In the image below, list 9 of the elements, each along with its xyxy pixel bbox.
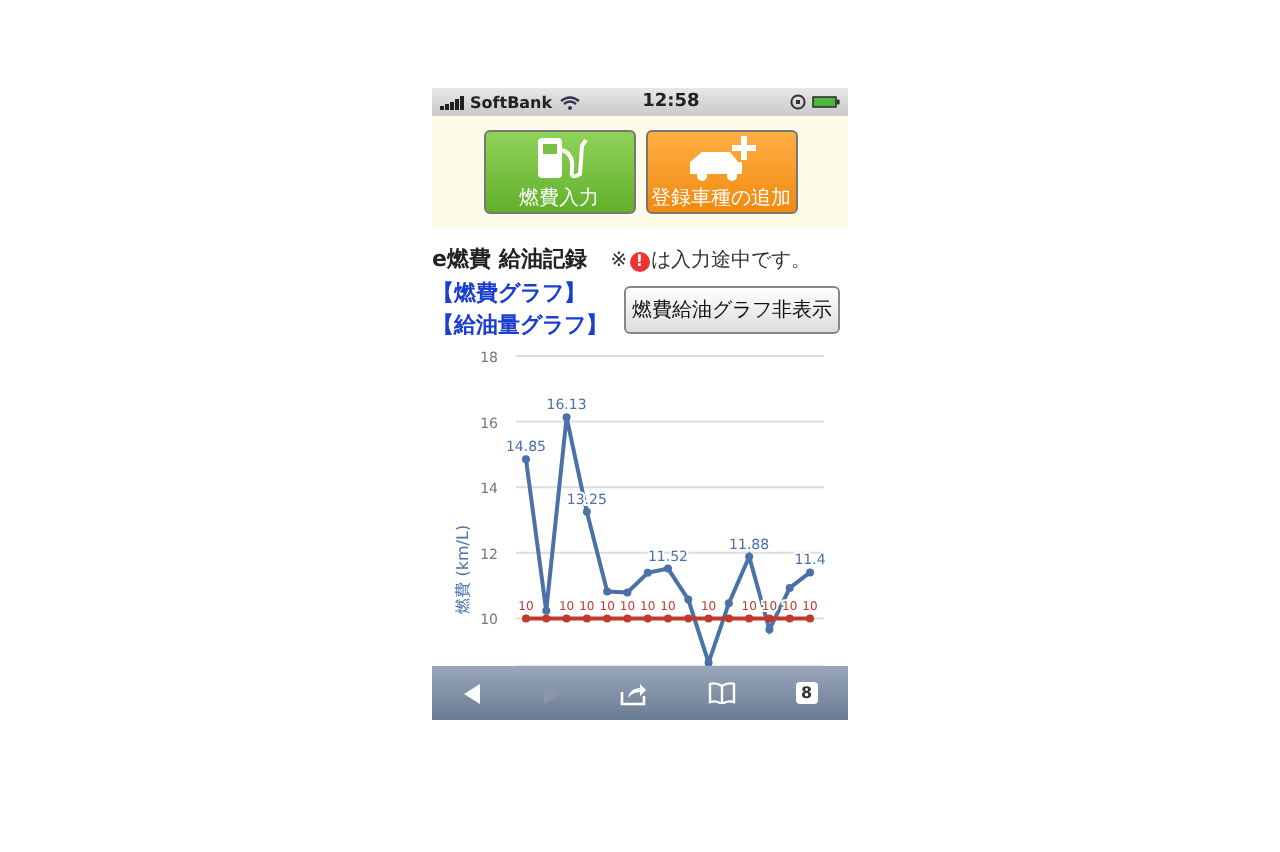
note-text: ※ ! は入力途中です。 bbox=[610, 247, 812, 273]
axis-title: 燃費 (km/L) bbox=[454, 524, 472, 614]
clock-time: 12:58 bbox=[642, 92, 700, 112]
graph-link[interactable]: 【燃費グラフ】 bbox=[432, 278, 608, 308]
page-title: e燃費 給油記録 bbox=[432, 244, 587, 274]
graph-link[interactable]: 【給油量グラフ】 bbox=[432, 310, 608, 340]
tab-count-button[interactable]: 8 bbox=[795, 682, 819, 704]
hide-graph-button[interactable]: 燃費給油グラフ非表示 bbox=[624, 285, 840, 333]
carrier-name: SoftBank bbox=[470, 93, 553, 111]
